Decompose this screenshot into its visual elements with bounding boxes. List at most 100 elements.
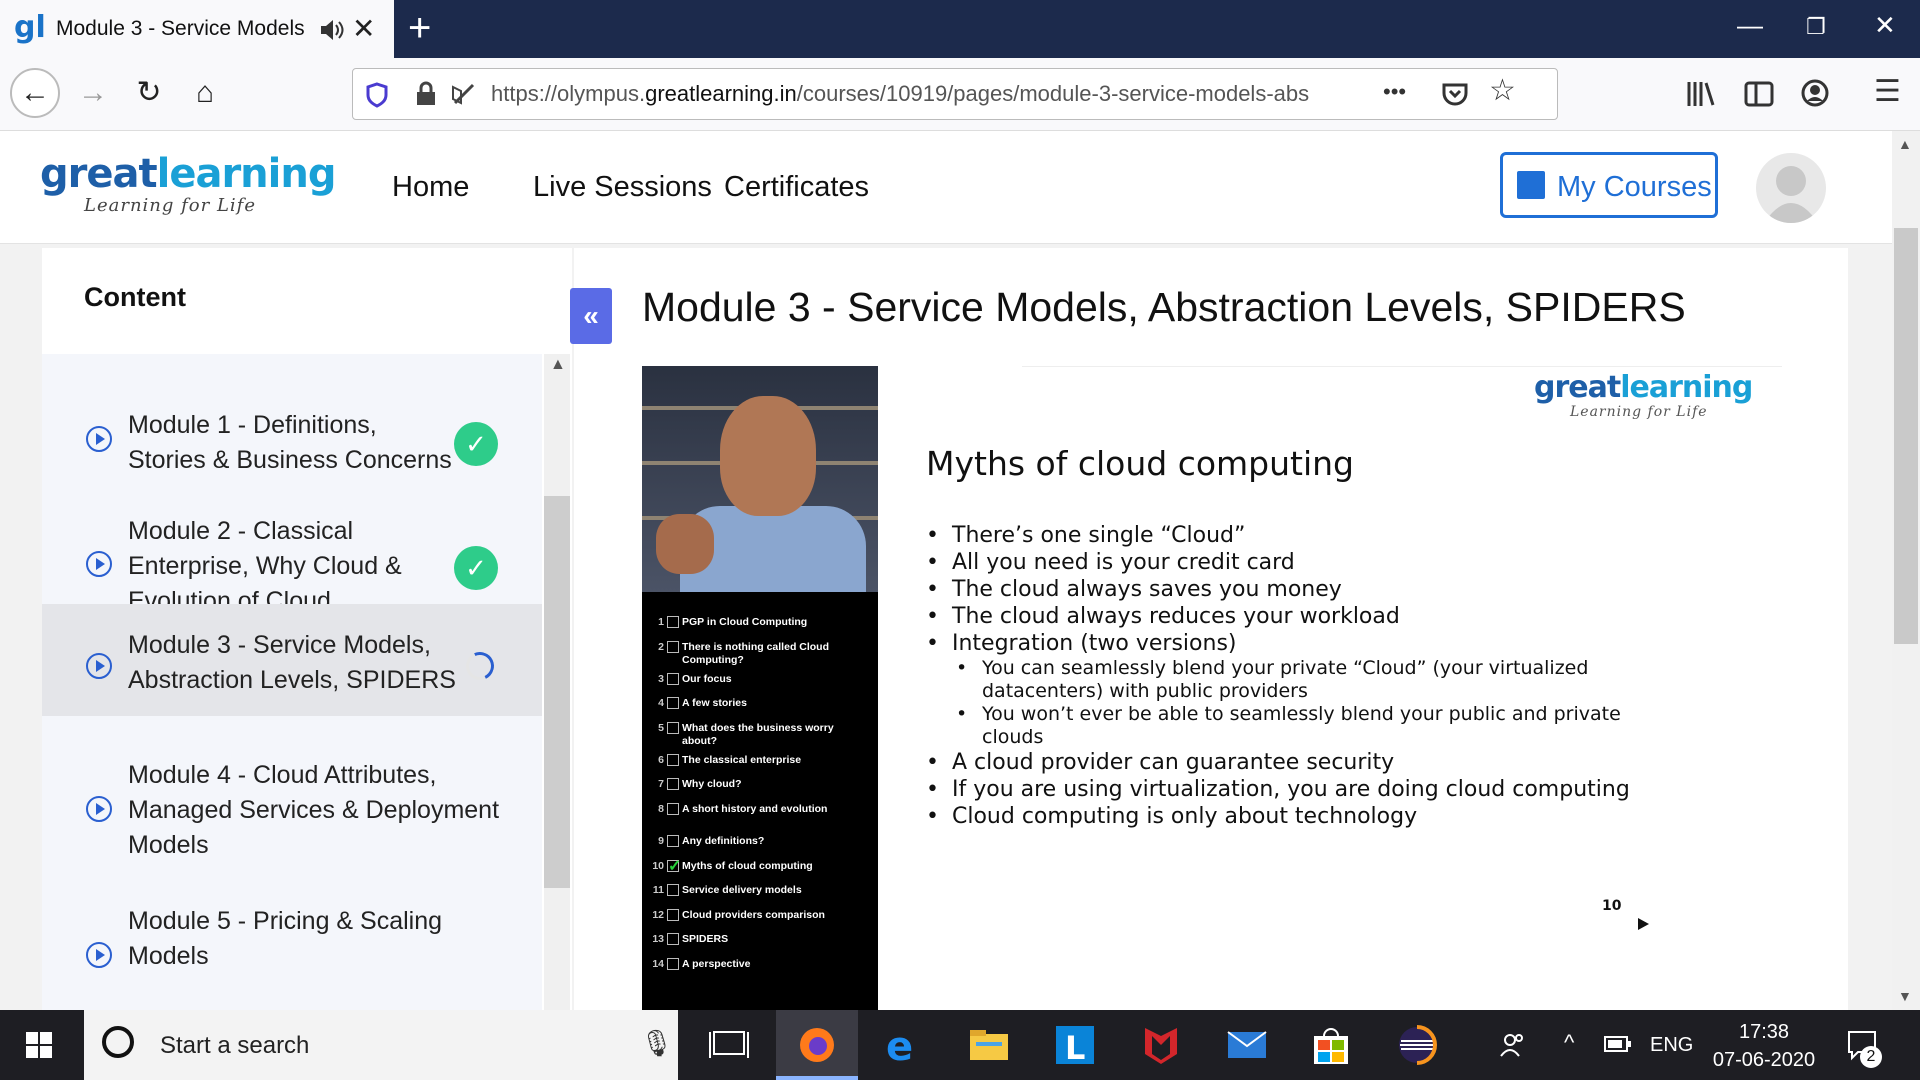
mcafee-icon[interactable]	[1138, 1022, 1184, 1068]
module-item-4[interactable]: Module 4 - Cloud Attributes, Managed Serv…	[42, 716, 542, 862]
svg-text:L: L	[1065, 1029, 1085, 1067]
module-item-3-active[interactable]: Module 3 - Service Models, Abstraction Le…	[42, 604, 542, 716]
module-item-1[interactable]: Module 1 - Definitions, Stories & Busines…	[42, 354, 542, 474]
my-courses-button[interactable]: My Courses	[1500, 152, 1718, 218]
content-sidebar: Content Module 1 - Definitions, Stories &…	[42, 248, 572, 1010]
page-actions-icon[interactable]: •••	[1383, 79, 1406, 105]
minimize-icon[interactable]: —	[1737, 10, 1763, 41]
library-icon[interactable]	[1686, 80, 1716, 108]
mail-icon[interactable]	[1224, 1022, 1270, 1068]
page-scrollbar-thumb[interactable]	[1894, 228, 1918, 644]
agenda-checkbox-icon	[667, 778, 679, 791]
completed-check-icon: ✓	[454, 422, 498, 466]
windows-start-icon[interactable]	[26, 1032, 54, 1060]
home-icon[interactable]: ⌂	[182, 70, 228, 116]
back-icon[interactable]: ←	[10, 68, 60, 118]
agenda-number: 8	[658, 802, 664, 815]
slide-number: 10	[1602, 898, 1622, 914]
greatlearning-favicon-icon: gl	[14, 10, 46, 45]
agenda-text: There is nothing called Cloud Computing?	[682, 640, 830, 666]
language-indicator[interactable]: ENG	[1650, 1034, 1693, 1057]
agenda-number: 11	[652, 884, 664, 897]
reload-icon[interactable]: ↻	[126, 70, 172, 116]
agenda-number: 5	[658, 721, 664, 734]
presenter-video[interactable]: 1 PGP in Cloud Computing 2 There is nothing…	[642, 366, 878, 1010]
taskbar-search-box[interactable]: Start a search 🎙	[84, 1010, 678, 1080]
clock[interactable]: 17:38 07-06-2020	[1712, 1018, 1816, 1074]
file-explorer-icon[interactable]	[966, 1022, 1012, 1068]
eclipse-icon[interactable]	[1394, 1022, 1440, 1068]
sidebar-toggle-icon[interactable]	[1744, 80, 1774, 108]
page-title: Module 3 - Service Models, Abstraction L…	[642, 284, 1686, 330]
bookmark-star-icon[interactable]: ☆	[1489, 73, 1516, 108]
svg-text:e: e	[886, 1024, 913, 1068]
l-app-icon[interactable]: L	[1052, 1022, 1098, 1068]
avatar[interactable]	[1756, 153, 1826, 223]
agenda-text: A few stories	[682, 697, 747, 710]
task-view-icon[interactable]	[706, 1022, 752, 1068]
people-icon[interactable]	[1498, 1030, 1528, 1060]
bullet: A cloud provider can guarantee security	[926, 749, 1642, 776]
lock-icon[interactable]	[415, 81, 437, 107]
agenda-checkbox-icon	[667, 802, 679, 815]
pocket-icon[interactable]	[1441, 81, 1469, 107]
sidebar-scrollbar-thumb[interactable]	[544, 496, 570, 888]
address-bar[interactable]: https://olympus.greatlearning.in/courses…	[352, 68, 1558, 120]
store-icon[interactable]	[1308, 1022, 1354, 1068]
nav-home[interactable]: Home	[392, 171, 469, 204]
agenda-number: 2	[658, 640, 664, 653]
module-label: Module 4 - Cloud Attributes, Managed Serv…	[128, 761, 500, 859]
module-item-5[interactable]: Module 5 - Pricing & Scaling Models	[42, 862, 542, 1010]
agenda-text: PGP in Cloud Computing	[682, 616, 808, 628]
close-tab-icon[interactable]: ✕	[352, 12, 375, 45]
account-icon[interactable]	[1800, 78, 1830, 108]
module-item-2[interactable]: Module 2 - Classical Enterprise, Why Clou…	[42, 472, 542, 615]
nav-live-sessions[interactable]: Live Sessions	[533, 171, 712, 204]
forward-icon[interactable]: →	[70, 70, 116, 116]
collapse-sidebar-button[interactable]: «	[570, 288, 612, 344]
new-tab-icon[interactable]: +	[408, 6, 431, 51]
agenda-text: Any definitions?	[682, 834, 765, 847]
scroll-up-icon[interactable]: ▲	[1898, 136, 1912, 152]
agenda-checkbox-icon	[667, 933, 679, 946]
book-icon	[1517, 171, 1545, 199]
agenda-text: What does the business worry about?	[682, 721, 834, 747]
microphone-icon[interactable]: 🎙	[640, 1028, 673, 1059]
scroll-down-icon[interactable]: ▼	[1898, 988, 1912, 1004]
browser-tab[interactable]: gl Module 3 - Service Models, ✕	[0, 0, 394, 58]
menu-icon[interactable]: ☰	[1874, 74, 1901, 109]
url-text[interactable]: https://olympus.greatlearning.in/courses…	[491, 81, 1371, 107]
restore-icon[interactable]: ❐	[1806, 14, 1826, 40]
agenda-text: Why cloud?	[682, 778, 742, 791]
browser-toolbar: ← → ↻ ⌂ https://olympus.greatlearning.in…	[0, 58, 1920, 131]
video-player[interactable]: 1 PGP in Cloud Computing 2 There is nothing…	[642, 366, 1782, 1010]
agenda-number: 9	[658, 834, 664, 847]
completed-check-icon: ✓	[454, 546, 498, 590]
agenda-text: Our focus	[682, 672, 732, 685]
scroll-up-icon[interactable]: ▲	[550, 356, 566, 374]
play-icon	[86, 942, 112, 968]
window-close-icon[interactable]: ✕	[1874, 10, 1896, 41]
bullet: If you are using virtualization, you are…	[926, 776, 1642, 803]
greatlearning-logo[interactable]: greatlearning Learning for Life	[40, 153, 336, 216]
tab-title: Module 3 - Service Models,	[56, 17, 306, 40]
browser-tab-strip: gl Module 3 - Service Models, ✕ + — ❐ ✕	[0, 0, 1920, 58]
shield-icon[interactable]	[365, 82, 389, 108]
bullet: Cloud computing is only about technology	[926, 803, 1642, 830]
agenda-checkbox-icon	[667, 721, 679, 734]
tracking-protection-icon[interactable]	[449, 81, 477, 107]
show-hidden-icons-icon[interactable]: ^	[1564, 1030, 1574, 1056]
slide-heading: Myths of cloud computing	[926, 444, 1355, 483]
firefox-taskbar-active[interactable]	[776, 1010, 858, 1080]
nav-certificates[interactable]: Certificates	[724, 171, 869, 204]
battery-icon[interactable]	[1604, 1034, 1632, 1054]
agenda-number: 6	[658, 753, 664, 766]
agenda-text: SPIDERS	[682, 933, 729, 946]
presenter-image	[642, 366, 878, 592]
edge-icon[interactable]: e	[880, 1022, 926, 1068]
agenda-checkbox-icon	[667, 640, 679, 653]
sub-bullet: You can seamlessly blend your private “C…	[926, 657, 1642, 703]
main-content: Module 3 - Service Models, Abstraction L…	[574, 248, 1848, 1010]
speaker-icon[interactable]	[318, 16, 346, 44]
play-arrow-icon[interactable]	[1638, 918, 1649, 930]
